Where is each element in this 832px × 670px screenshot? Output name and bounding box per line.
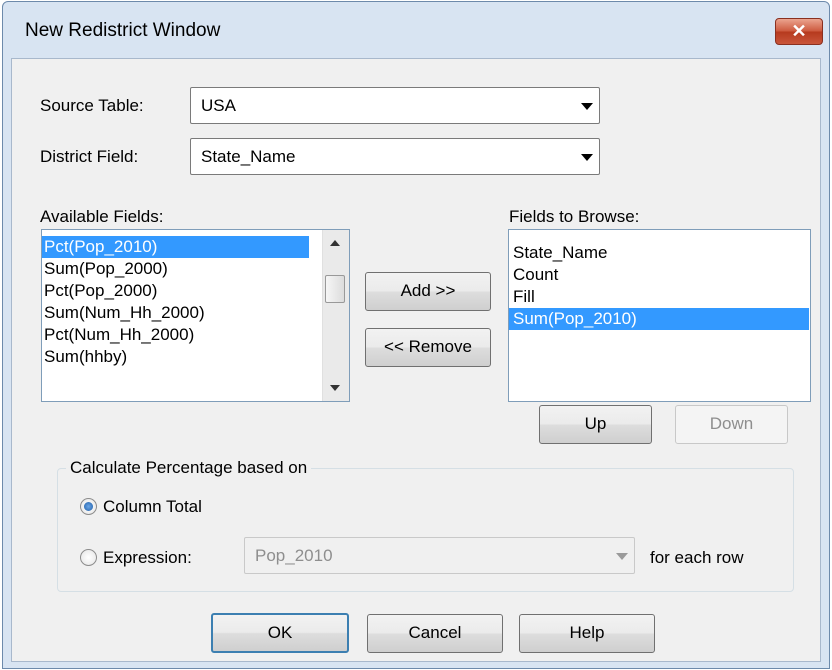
source-table-value: USA <box>201 96 236 115</box>
ok-button-label: OK <box>267 623 293 642</box>
chevron-down-icon <box>581 103 593 110</box>
list-item[interactable]: Sum(Num_Hh_2000) <box>42 302 309 324</box>
source-table-dropdown[interactable]: USA <box>190 87 600 124</box>
expression-radio[interactable] <box>80 549 97 566</box>
window-title: New Redistrict Window <box>25 20 221 41</box>
expression-value: Pop_2010 <box>255 546 333 565</box>
column-total-label[interactable]: Column Total <box>103 497 202 517</box>
list-item[interactable]: Pct(Pop_2010) <box>42 236 309 258</box>
down-button-label: Down <box>709 414 754 433</box>
available-fields-list[interactable]: Pct(Pop_2010) Sum(Pop_2000) Pct(Pop_2000… <box>41 229 350 402</box>
percentage-group-title: Calculate Percentage based on <box>66 458 312 478</box>
district-field-label: District Field: <box>40 147 139 166</box>
close-button[interactable]: ✕ <box>775 18 823 45</box>
ok-button[interactable]: OK <box>211 613 349 653</box>
list-item[interactable]: Fill <box>509 286 809 308</box>
scroll-up-icon[interactable] <box>330 240 340 246</box>
list-item[interactable]: Sum(hhby) <box>42 346 309 368</box>
scroll-down-icon[interactable] <box>330 385 340 391</box>
district-field-dropdown[interactable]: State_Name <box>190 138 600 175</box>
remove-button-label: << Remove <box>384 337 472 356</box>
down-button[interactable]: Down <box>675 405 788 444</box>
percentage-group: Calculate Percentage based on Column Tot… <box>57 458 794 592</box>
fields-to-browse-label: Fields to Browse: <box>509 207 640 226</box>
add-button[interactable]: Add >> <box>365 272 491 311</box>
list-item[interactable]: Sum(Pop_2010) <box>509 308 809 330</box>
up-button[interactable]: Up <box>539 405 652 444</box>
chevron-down-icon <box>616 553 628 560</box>
chevron-down-icon <box>581 154 593 161</box>
remove-button[interactable]: << Remove <box>365 328 491 367</box>
column-total-radio[interactable] <box>80 498 97 515</box>
help-button[interactable]: Help <box>519 614 655 653</box>
dialog-window: New Redistrict Window ✕ Source Table: US… <box>2 1 830 669</box>
scroll-thumb[interactable] <box>325 275 345 303</box>
source-table-label: Source Table: <box>40 96 144 115</box>
fields-to-browse-list[interactable]: State_Name Count Fill Sum(Pop_2010) <box>508 229 811 402</box>
for-each-row-label: for each row <box>650 548 744 567</box>
up-button-label: Up <box>584 414 607 433</box>
title-bar[interactable]: New Redistrict Window ✕ <box>3 2 829 58</box>
list-item[interactable]: Count <box>509 264 809 286</box>
list-item[interactable]: Pct(Pop_2000) <box>42 280 309 302</box>
close-icon: ✕ <box>791 21 807 41</box>
list-item[interactable]: Sum(Pop_2000) <box>42 258 309 280</box>
expression-label[interactable]: Expression: <box>103 548 192 568</box>
add-button-label: Add >> <box>400 281 456 300</box>
cancel-button[interactable]: Cancel <box>367 614 503 653</box>
help-button-label: Help <box>569 623 605 642</box>
available-fields-label: Available Fields: <box>40 207 164 226</box>
district-field-value: State_Name <box>201 147 296 166</box>
cancel-button-label: Cancel <box>408 623 462 642</box>
list-item[interactable]: State_Name <box>509 242 809 264</box>
dialog-client-area: Source Table: USA District Field: State_… <box>11 58 821 662</box>
expression-dropdown[interactable]: Pop_2010 <box>244 537 635 574</box>
list-item[interactable]: Pct(Num_Hh_2000) <box>42 324 309 346</box>
vertical-scrollbar[interactable] <box>322 230 349 401</box>
